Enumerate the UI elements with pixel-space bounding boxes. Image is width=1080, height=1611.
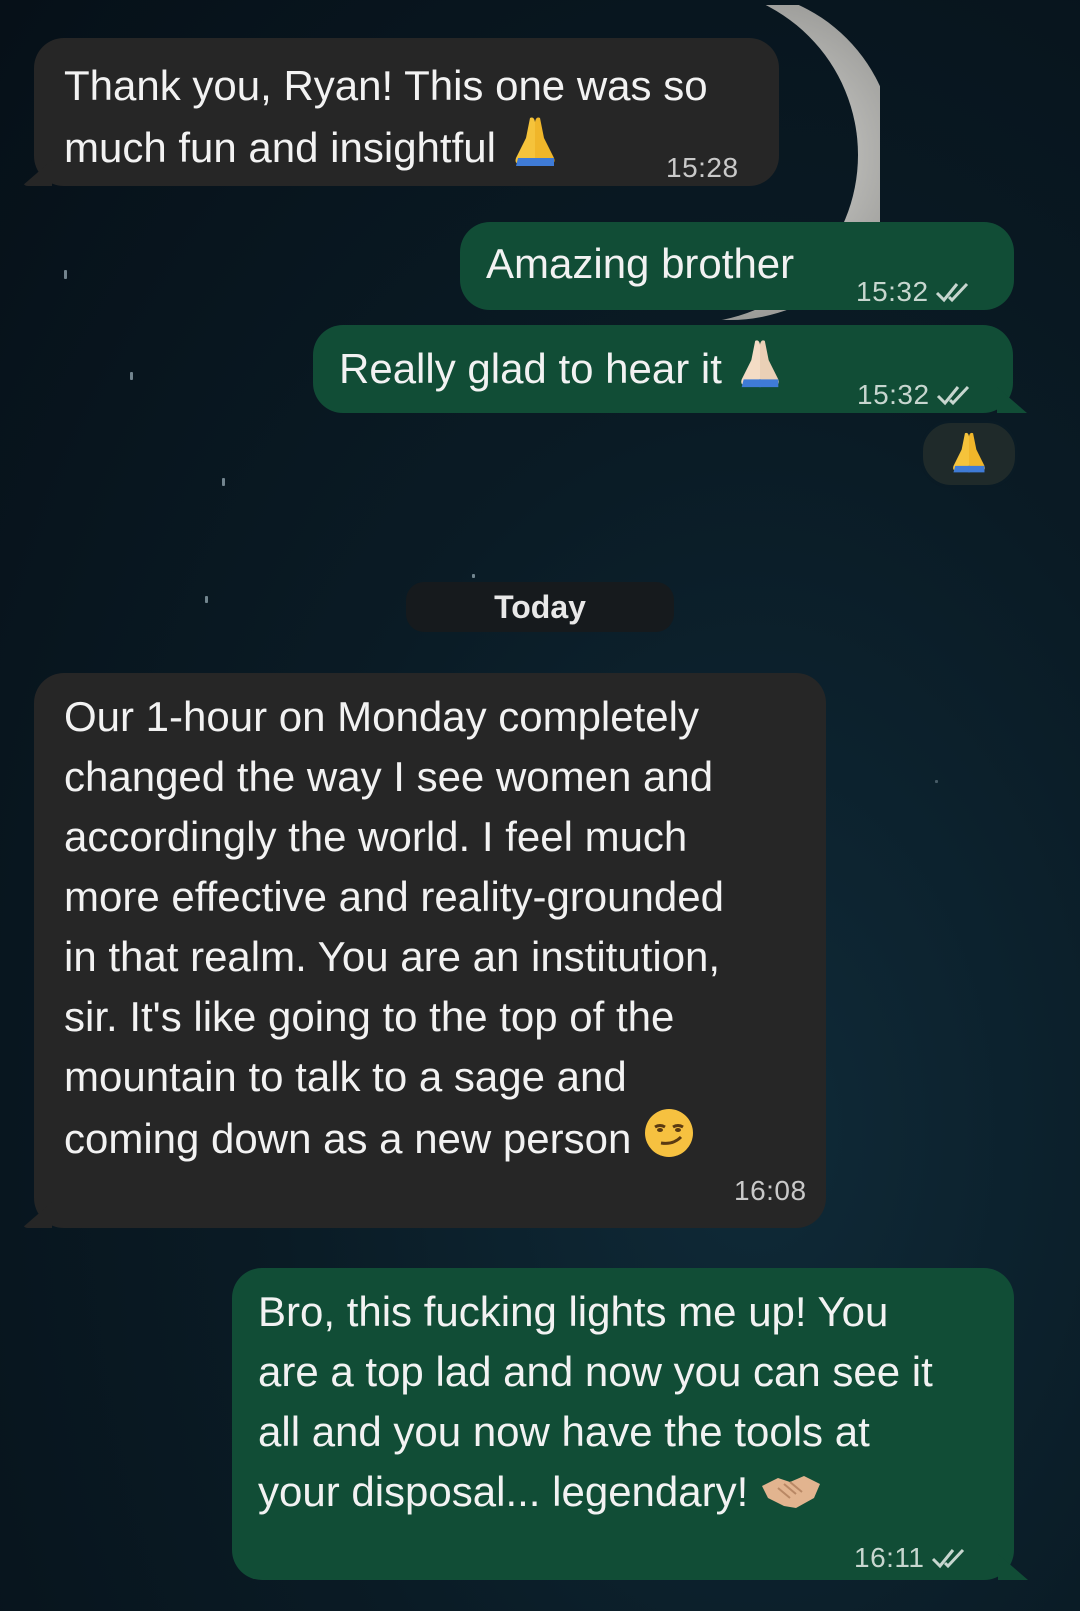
message-line: in that realm. You are an institution, [64,933,721,980]
folded-hands-icon [508,114,562,184]
message-line-text: your disposal... legendary! [258,1468,749,1515]
double-check-icon [936,367,974,427]
message-line: Thank you, Ryan! This one was so [64,62,708,109]
message-line: sir. It's like going to the top of the [64,993,675,1040]
background-star [130,372,133,380]
message-line: much fun and insightful [64,114,562,184]
message-bubble-outgoing[interactable]: Really glad to hear it 15:32 [313,325,1027,413]
folded-hands-light-icon [734,337,786,405]
smirking-face-icon [643,1107,695,1175]
message-line: Amazing brother [486,240,795,287]
folded-hands-icon [947,430,991,479]
background-star [222,478,225,486]
background-star [472,574,475,578]
message-bubble-outgoing[interactable]: Amazing brother 15:32 [460,222,1014,310]
message-line: accordingly the world. I feel much [64,813,688,860]
message-line: are a top lad and now you can see it [258,1348,933,1395]
message-timestamp: 15:32 [857,365,974,427]
background-star [935,780,938,783]
message-timestamp-text: 15:32 [857,379,930,410]
message-line-text: Really glad to hear it [339,345,722,392]
message-line: Really glad to hear it [339,337,786,405]
bubble-tail [22,1202,52,1228]
double-check-icon [935,264,973,324]
date-separator: Today [406,582,674,632]
message-line: mountain to talk to a sage and [64,1053,627,1100]
message-line-text: coming down as a new person [64,1115,632,1162]
message-bubble-incoming[interactable]: Our 1-hour on Monday completely changed … [22,673,826,1228]
message-timestamp-text: 16:11 [854,1542,925,1573]
background-star [64,270,67,279]
message-timestamp: 15:28 [666,152,739,183]
bubble-tail [998,1554,1028,1580]
message-line: changed the way I see women and [64,753,714,800]
message-timestamp: 15:32 [856,262,973,324]
message-line: more effective and reality-grounded [64,873,724,920]
background-star [205,596,208,603]
double-check-icon [931,1530,969,1590]
message-timestamp: 16:08 [734,1175,807,1206]
message-timestamp: 16:11 [854,1528,969,1590]
bubble-tail [997,387,1027,413]
message-line: your disposal... legendary! [258,1462,822,1528]
message-line: all and you now have the tools at [258,1408,870,1455]
message-bubble-incoming[interactable]: Thank you, Ryan! This one was so much fu… [22,38,779,186]
message-line: Bro, this fucking lights me up! You [258,1288,889,1335]
message-bubble-outgoing[interactable]: Bro, this fucking lights me up! You are … [232,1268,1028,1580]
message-timestamp-text: 15:32 [856,276,929,307]
message-reaction[interactable] [920,420,1018,488]
handshake-icon [760,1468,822,1528]
bubble-tail [22,160,52,186]
message-line-text: much fun and insightful [64,124,496,171]
message-line: Our 1-hour on Monday completely [64,693,699,740]
message-line: coming down as a new person [64,1107,695,1175]
